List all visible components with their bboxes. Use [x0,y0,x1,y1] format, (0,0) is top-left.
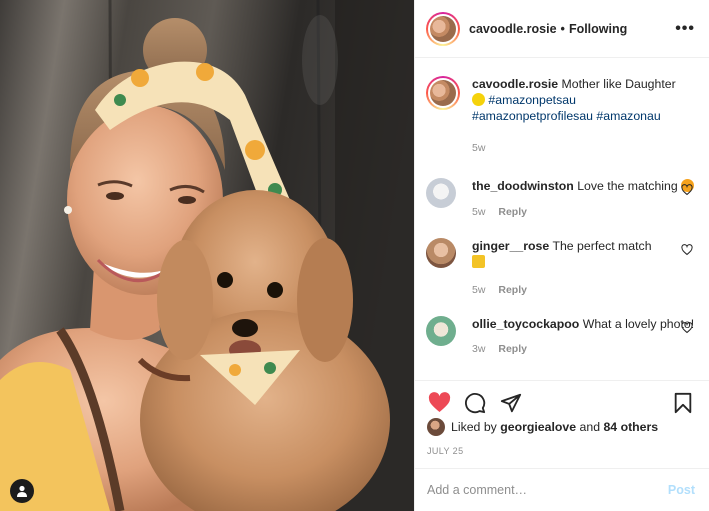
comment-item: ginger__rose The perfect match 5w Reply [426,238,695,298]
instagram-post-viewer: cavoodle.rosie • Following ••• cavoodle.… [0,0,709,511]
comment-button[interactable] [463,391,487,415]
reply-button[interactable]: Reply [498,206,527,218]
comment-like-heart-icon[interactable] [681,184,693,196]
caption-text: Mother like Daughter [561,77,676,91]
commenter-username[interactable]: the_doodwinston [472,179,574,193]
post-comment-button[interactable]: Post [668,483,695,497]
liker-username[interactable]: georgiealove [500,420,576,434]
comment-input[interactable] [427,483,668,497]
likes-prefix: Liked by [451,420,497,434]
post-details-panel: cavoodle.rosie • Following ••• cavoodle.… [414,0,709,511]
hashtag-link[interactable]: #amazonau [596,109,660,123]
commenter-avatar[interactable] [426,178,456,208]
photo-illustration [0,0,414,511]
hashtag-link[interactable]: #amazonpetprofilesau [472,109,593,123]
header-separator: • [560,21,565,36]
hashtag-link[interactable]: #amazonpetsau [488,93,576,107]
commenter-avatar[interactable] [426,238,456,268]
reply-button[interactable]: Reply [498,284,527,296]
commenter-username[interactable]: ginger__rose [472,239,549,253]
more-options-icon[interactable]: ••• [675,20,695,38]
caption-avatar[interactable] [426,76,460,110]
post-header: cavoodle.rosie • Following ••• [415,0,709,58]
bookmark-icon [674,392,692,413]
save-button[interactable] [671,391,695,415]
comment-like-heart-icon[interactable] [681,244,693,256]
author-avatar[interactable] [426,11,460,46]
add-comment-bar: Post [415,468,709,511]
heart-icon [428,392,450,413]
post-photo[interactable] [0,0,414,511]
comments-list[interactable]: cavoodle.rosie Mother like Daughter #ama… [415,59,709,379]
comment-bubble-icon [465,392,486,413]
comment-age[interactable]: 3w [472,343,485,355]
comment-like-heart-icon[interactable] [681,322,693,334]
commenter-username[interactable]: ollie_toycockapoo [472,317,579,331]
comment-text: Love the matching [577,179,678,193]
comment-text: The perfect match [552,239,652,253]
comment-age[interactable]: 5w [472,284,485,296]
likes-joiner: and [579,420,601,434]
likes-others-link[interactable]: 84 others [603,420,658,434]
follow-status-button[interactable]: Following [569,22,627,36]
comment-age[interactable]: 5w [472,206,485,218]
commenter-avatar[interactable] [426,316,456,346]
share-button[interactable] [499,391,523,415]
author-username[interactable]: cavoodle.rosie [469,22,557,36]
comment-item: the_doodwinston Love the matching 5w Rep… [426,178,695,220]
caption-username[interactable]: cavoodle.rosie [472,77,558,91]
likes-summary: Liked by georgiealove and 84 others [427,418,658,436]
caption: cavoodle.rosie Mother like Daughter #ama… [426,76,695,156]
tagged-users-button[interactable] [10,479,34,503]
comment-text: What a lovely photo! [582,317,695,331]
lemon-emoji-icon [472,93,485,106]
post-date[interactable]: JULY 25 [427,446,464,456]
caption-age[interactable]: 5w [472,142,485,154]
liker-avatar[interactable] [427,418,445,436]
comment-item: ollie_toycockapoo What a lovely photo! 3… [426,316,695,357]
paper-plane-icon [500,393,522,412]
crown-emoji-icon [472,255,485,268]
reply-button[interactable]: Reply [498,343,527,355]
like-button[interactable] [427,391,451,415]
user-tag-icon [17,485,27,497]
